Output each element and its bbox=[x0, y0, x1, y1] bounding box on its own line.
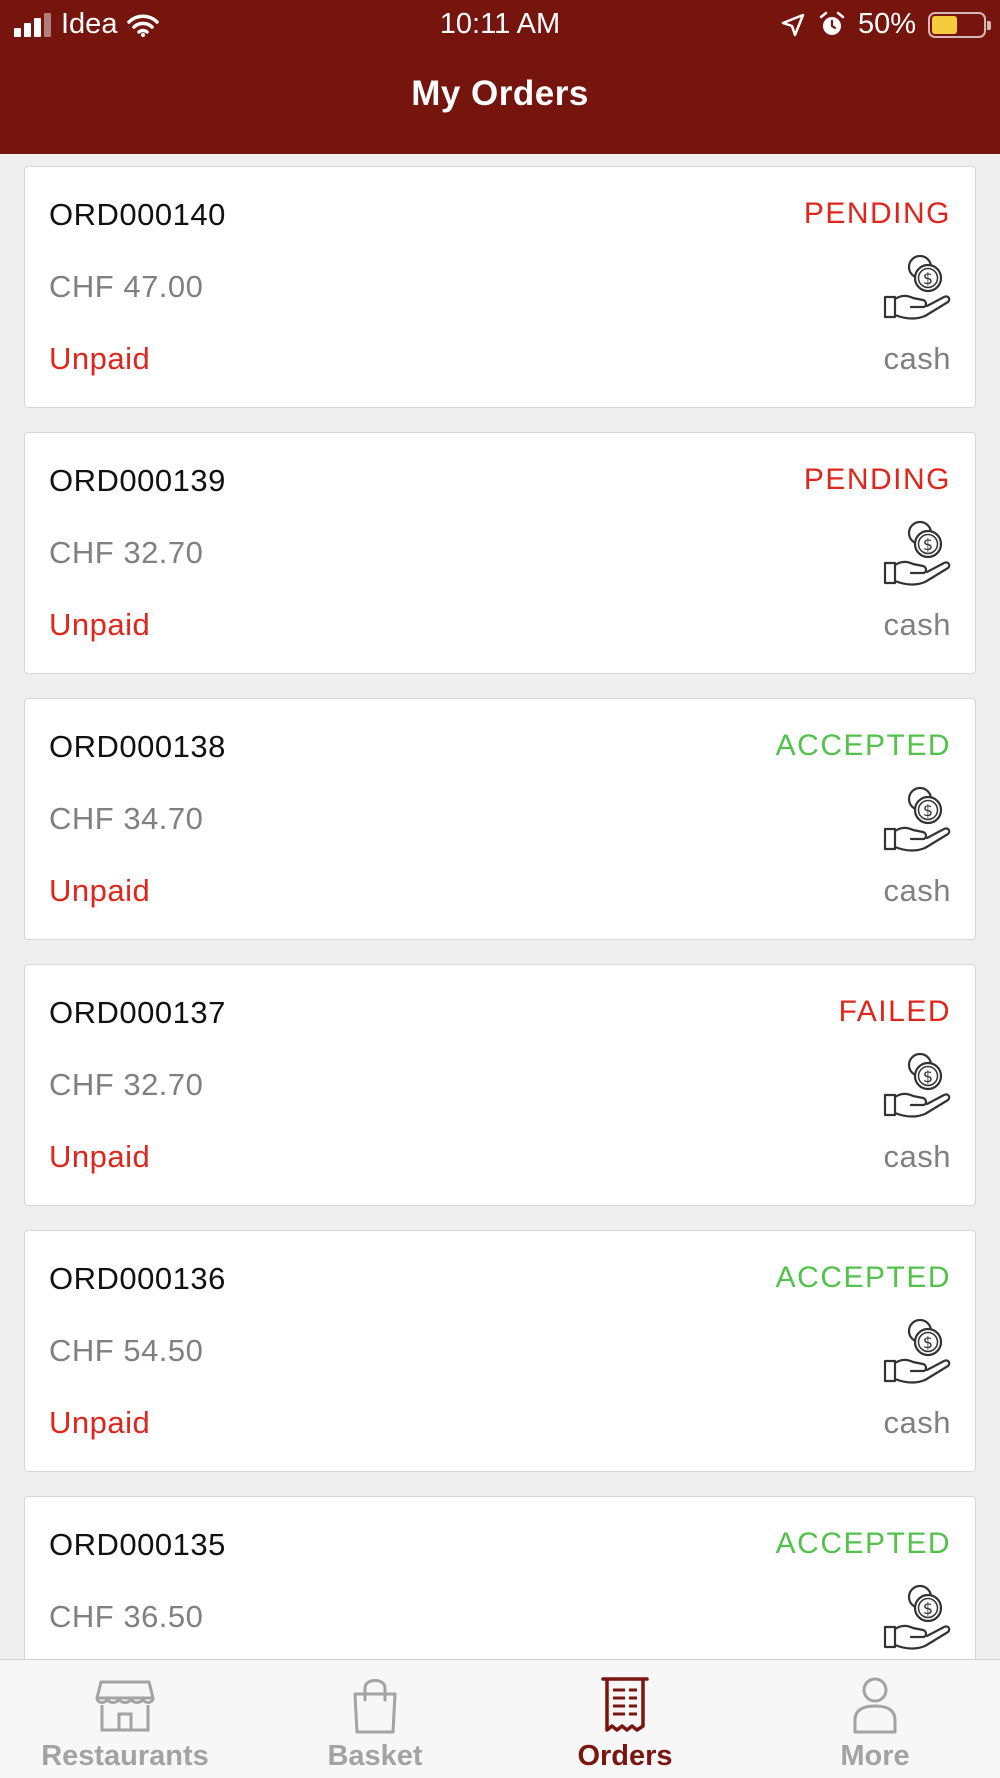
status-bar-right: 50% bbox=[780, 8, 991, 41]
payment-method: cash bbox=[883, 873, 951, 908]
payment-status: Unpaid bbox=[49, 1139, 151, 1174]
battery-icon bbox=[928, 11, 991, 38]
order-status: ACCEPTED bbox=[775, 729, 951, 762]
cash-hand-icon: $ bbox=[883, 786, 951, 852]
order-status: FAILED bbox=[838, 995, 951, 1028]
order-list[interactable]: ORD000140 PENDING CHF 47.00 $ Unpaid cas… bbox=[24, 166, 976, 1762]
order-id: ORD000135 bbox=[49, 1527, 226, 1562]
order-status: ACCEPTED bbox=[775, 1261, 951, 1294]
svg-text:$: $ bbox=[923, 1333, 933, 1352]
order-card[interactable]: ORD000137 FAILED CHF 32.70 $ Unpaid cash bbox=[24, 964, 976, 1206]
location-arrow-icon bbox=[781, 13, 805, 36]
battery-level-fill bbox=[932, 15, 957, 34]
tab-label: Restaurants bbox=[41, 1740, 209, 1772]
order-status: PENDING bbox=[803, 463, 951, 496]
order-id: ORD000138 bbox=[49, 729, 226, 764]
order-status: PENDING bbox=[803, 197, 951, 230]
cash-hand-icon: $ bbox=[883, 520, 951, 586]
payment-status: Unpaid bbox=[49, 607, 151, 642]
svg-text:$: $ bbox=[923, 1599, 933, 1618]
order-status: ACCEPTED bbox=[775, 1527, 951, 1560]
order-card[interactable]: ORD000138 ACCEPTED CHF 34.70 $ Unpaid ca… bbox=[24, 698, 976, 940]
svg-text:$: $ bbox=[923, 801, 933, 820]
payment-method: cash bbox=[883, 1405, 951, 1440]
order-id: ORD000139 bbox=[49, 463, 226, 498]
tab-more[interactable]: More bbox=[750, 1660, 1000, 1778]
order-id: ORD000137 bbox=[49, 995, 226, 1030]
status-bar: Idea 10:11 AM 50% bbox=[0, 0, 1000, 50]
svg-text:$: $ bbox=[923, 1067, 933, 1086]
order-amount: CHF 54.50 bbox=[49, 1333, 204, 1368]
tab-label: More bbox=[840, 1740, 910, 1772]
screen: Idea 10:11 AM 50% My Orders ORD000140 PE… bbox=[0, 0, 1000, 1778]
shopping-bag-icon bbox=[343, 1676, 407, 1736]
storefront-icon bbox=[93, 1676, 157, 1736]
cash-hand-icon: $ bbox=[883, 1584, 951, 1650]
header: Idea 10:11 AM 50% My Orders bbox=[0, 0, 1000, 154]
payment-status: Unpaid bbox=[49, 1405, 151, 1440]
payment-method: cash bbox=[883, 341, 951, 376]
order-card[interactable]: ORD000140 PENDING CHF 47.00 $ Unpaid cas… bbox=[24, 166, 976, 408]
cash-hand-icon: $ bbox=[883, 1318, 951, 1384]
tab-orders[interactable]: Orders bbox=[500, 1660, 750, 1778]
order-amount: CHF 32.70 bbox=[49, 535, 204, 570]
payment-status: Unpaid bbox=[49, 341, 151, 376]
tab-restaurants[interactable]: Restaurants bbox=[0, 1660, 250, 1778]
person-icon bbox=[843, 1676, 907, 1736]
cash-hand-icon: $ bbox=[883, 1052, 951, 1118]
payment-method: cash bbox=[883, 607, 951, 642]
order-amount: CHF 34.70 bbox=[49, 801, 204, 836]
receipt-icon bbox=[593, 1676, 657, 1736]
order-id: ORD000140 bbox=[49, 197, 226, 232]
alarm-icon bbox=[819, 11, 845, 35]
tab-label: Orders bbox=[577, 1740, 673, 1772]
battery-percent: 50% bbox=[857, 8, 916, 40]
bottom-tab-bar: Restaurants Basket Orders More bbox=[0, 1659, 1000, 1778]
order-amount: CHF 32.70 bbox=[49, 1067, 204, 1102]
order-amount: CHF 36.50 bbox=[49, 1599, 204, 1634]
svg-text:$: $ bbox=[923, 535, 933, 554]
page-title: My Orders bbox=[411, 74, 589, 113]
order-amount: CHF 47.00 bbox=[49, 269, 204, 304]
payment-method: cash bbox=[883, 1139, 951, 1174]
order-id: ORD000136 bbox=[49, 1261, 226, 1296]
tab-basket[interactable]: Basket bbox=[250, 1660, 500, 1778]
svg-text:$: $ bbox=[923, 269, 933, 288]
tab-label: Basket bbox=[327, 1740, 423, 1772]
cash-hand-icon: $ bbox=[883, 254, 951, 320]
order-card[interactable]: ORD000136 ACCEPTED CHF 54.50 $ Unpaid ca… bbox=[24, 1230, 976, 1472]
payment-status: Unpaid bbox=[49, 873, 151, 908]
order-card[interactable]: ORD000139 PENDING CHF 32.70 $ Unpaid cas… bbox=[24, 432, 976, 674]
